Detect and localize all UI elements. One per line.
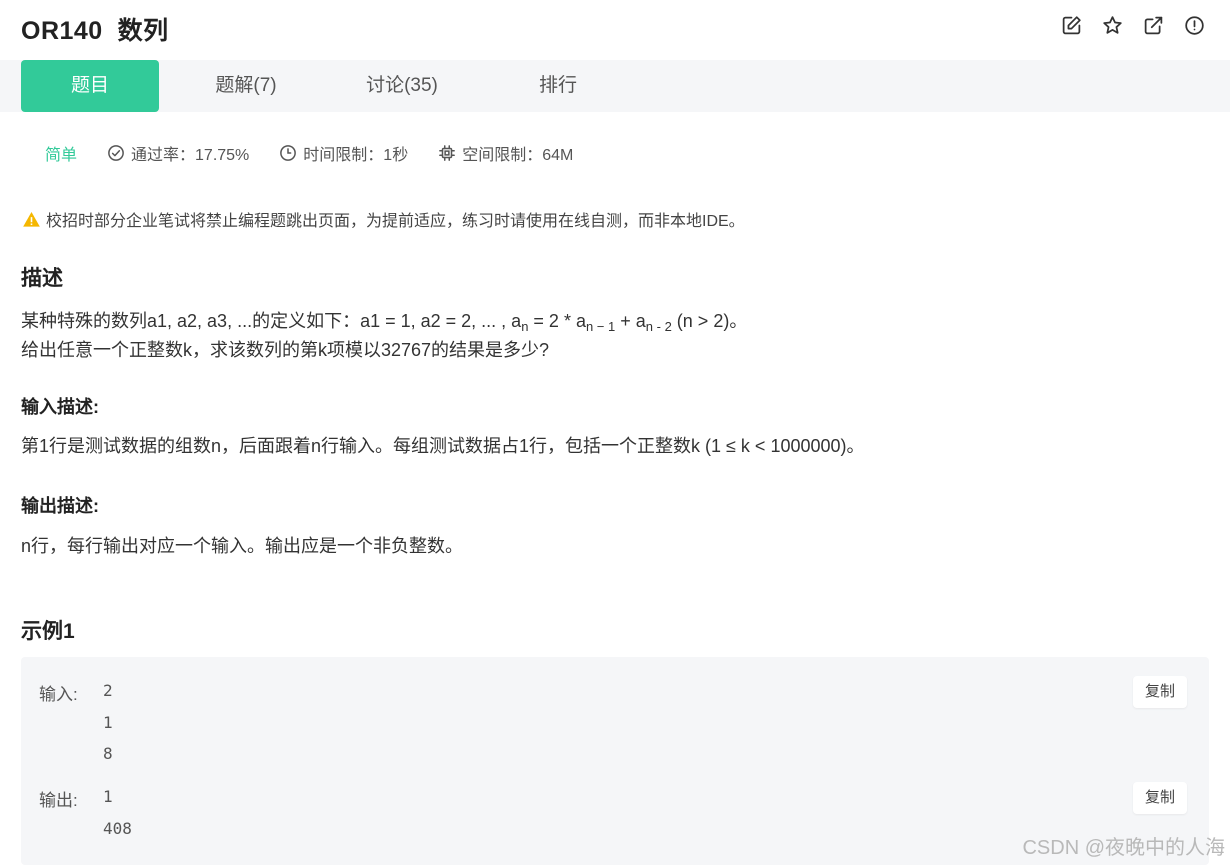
time-limit-text: 时间限制：1秒 [303, 147, 409, 164]
description-heading: 描述 [21, 267, 63, 290]
memory-limit-text: 空间限制：64M [462, 147, 574, 164]
example-input-line: 8 [103, 744, 113, 763]
example-input-label: 输入: [39, 685, 78, 704]
example-output-line: 408 [103, 818, 132, 838]
notice: 校招时部分企业笔试将禁止编程题跳出页面，为提前适应，练习时请使用在线自测，而非本… [22, 207, 745, 231]
tab-solutions[interactable]: 题解(7) [176, 60, 316, 112]
example-input-values: 2 1 8 [103, 675, 113, 770]
example-input-line: 2 [103, 681, 113, 700]
formula-text: 某种特殊的数列a1, a2, a3, ...的定义如下：a1 = 1, a2 =… [21, 311, 522, 331]
subscript-n-minus-2: n - 2 [645, 319, 672, 334]
external-link-icon[interactable] [1142, 14, 1165, 37]
notice-text: 校招时部分企业笔试将禁止编程题跳出页面，为提前适应，练习时请使用在线自测，而非本… [46, 213, 745, 230]
difficulty-badge: 简单 [45, 147, 78, 164]
pass-rate-text: 通过率：17.75% [131, 147, 250, 164]
example-output-values: 1 408 [103, 781, 132, 844]
copy-input-button[interactable]: 复制 [1133, 676, 1187, 708]
watermark: CSDN @夜晚中的人海 [1022, 837, 1225, 859]
subscript-n-minus-1: n − 1 [585, 319, 616, 334]
time-limit: 时间限制：1秒 [279, 141, 408, 165]
page-title: OR140 数列 [21, 17, 169, 45]
formula-text: + a [615, 311, 646, 331]
tab-ranking[interactable]: 排行 [488, 60, 628, 112]
memory-limit: 空间限制：64M [438, 141, 573, 165]
output-description-heading: 输出描述: [21, 496, 99, 516]
output-description-text: n行，每行输出对应一个输入。输出应是一个非负整数。 [21, 536, 464, 556]
formula-text: = 2 * a [528, 311, 586, 331]
clock-icon [280, 145, 297, 161]
edit-icon[interactable] [1060, 14, 1083, 37]
star-icon[interactable] [1101, 14, 1124, 37]
copy-output-button[interactable]: 复制 [1133, 782, 1187, 814]
problem-meta: 简单 通过率：17.75% 时间限制：1秒 空间限制：64M [45, 141, 603, 165]
input-description-heading: 输入描述: [21, 397, 99, 417]
pass-rate: 通过率：17.75% [107, 141, 249, 165]
example-output-line: 1 [103, 787, 113, 806]
example-input-line: 1 [103, 712, 113, 732]
tab-discussion[interactable]: 讨论(35) [332, 60, 472, 112]
description-line-2: 给出任意一个正整数k，求该数列的第k项模以32767的结果是多少? [21, 340, 550, 360]
example-output-label: 输出: [39, 791, 78, 810]
report-icon[interactable] [1183, 14, 1206, 37]
example-heading: 示例1 [21, 620, 75, 643]
problem-header: OR140 数列 [0, 0, 1230, 58]
tab-bar: 题目 题解(7) 讨论(35) 排行 [0, 60, 1230, 112]
chip-icon [439, 145, 456, 161]
header-actions [1060, 14, 1206, 37]
formula-text: (n > 2)。 [671, 311, 748, 331]
check-circle-icon [108, 145, 124, 161]
warning-icon [23, 211, 40, 227]
tab-problem[interactable]: 题目 [21, 60, 159, 112]
input-description-text: 第1行是测试数据的组数n，后面跟着n行输入。每组测试数据占1行，包括一个正整数k… [21, 436, 865, 456]
